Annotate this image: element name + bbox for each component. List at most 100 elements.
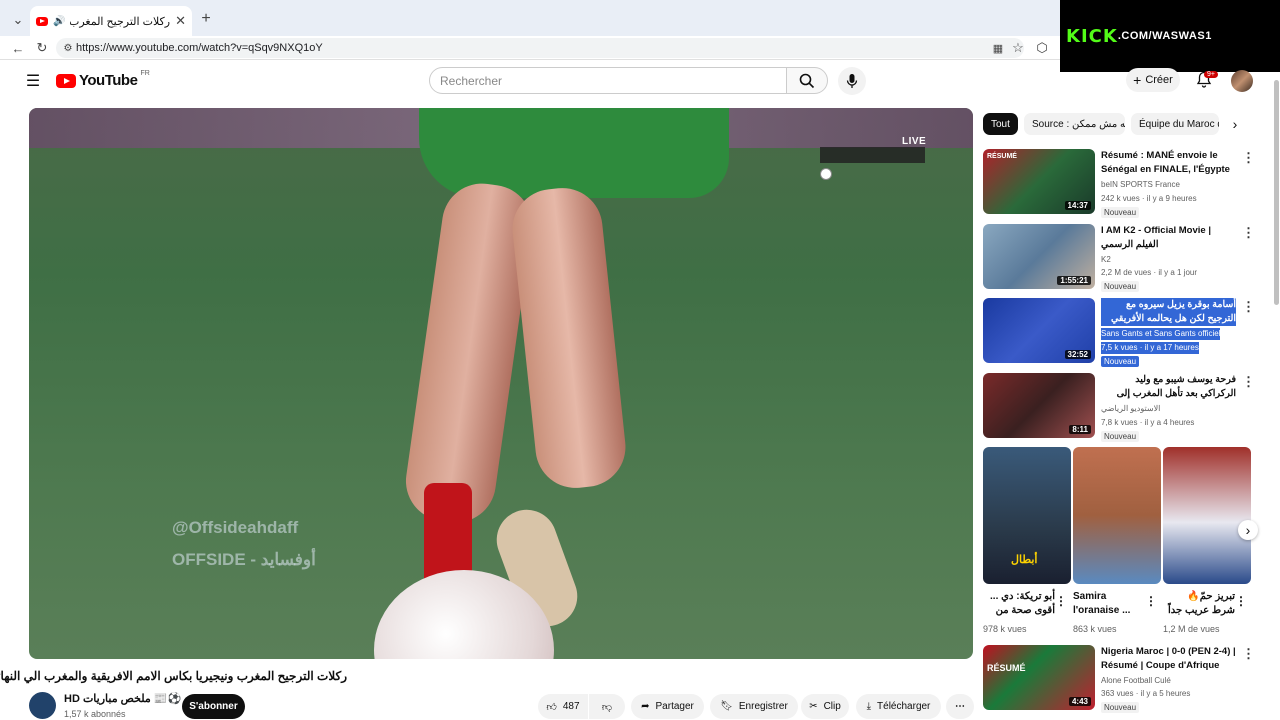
- download-button[interactable]: ⤓ Télécharger: [856, 694, 941, 719]
- more-vertical-icon[interactable]: ⋮: [1055, 594, 1067, 608]
- share-icon: ➦: [641, 701, 650, 712]
- rec-thumbnail[interactable]: RÉSUMÉ 4:43: [983, 645, 1095, 710]
- thumb-overlay-text: RÉSUMÉ: [987, 153, 1017, 160]
- more-vertical-icon[interactable]: ⋮: [1242, 225, 1255, 241]
- new-badge: Nouveau: [1101, 702, 1140, 713]
- scissors-icon: ✂: [809, 701, 818, 712]
- short-title[interactable]: أبو تريكة: دي ... أقوى صحة من: [983, 590, 1055, 618]
- youtube-favicon-icon: [36, 16, 48, 26]
- live-overlay-bar: [820, 147, 925, 163]
- short-thumbnail[interactable]: [1073, 447, 1161, 584]
- thumbnail-image: [1073, 447, 1161, 584]
- hamburger-menu-icon[interactable]: ☰: [24, 72, 42, 90]
- more-vertical-icon[interactable]: ⋮: [1242, 150, 1255, 166]
- share-button[interactable]: ➦ Partager: [631, 694, 704, 719]
- plus-icon: +: [1133, 72, 1142, 88]
- like-button[interactable]: 👍︎ 487: [538, 694, 588, 719]
- channel-name[interactable]: HD ملخص مباريات 📰⚽: [64, 692, 181, 705]
- short-views: 1,2 M de vues: [1163, 624, 1220, 634]
- more-vertical-icon[interactable]: ⋮: [1235, 594, 1247, 608]
- video-title: ركلات الترجيح المغرب ونيجيريا بكاس الامم…: [0, 669, 347, 683]
- cursor-icon: [820, 168, 832, 180]
- video-duration: 8:11: [1069, 425, 1091, 434]
- account-avatar[interactable]: [1231, 70, 1253, 92]
- youtube-logo[interactable]: YouTube FR: [56, 70, 150, 89]
- short-title[interactable]: Samira l'oranaise ...: [1073, 590, 1145, 618]
- rec-meta: 2,2 M de vues · il y a 1 jour: [1101, 268, 1198, 277]
- thumbs-down-icon: 👎︎: [601, 701, 613, 713]
- more-actions-button[interactable]: ⋯: [946, 694, 974, 719]
- rec-meta: 7,5 k vues · il y a 17 heures: [1101, 342, 1199, 354]
- create-button[interactable]: + Créer: [1126, 68, 1180, 92]
- rec-thumbnail[interactable]: 8:11: [983, 373, 1095, 438]
- new-badge: Nouveau: [1101, 431, 1140, 442]
- rec-channel[interactable]: beIN SPORTS France: [1101, 179, 1180, 191]
- chevron-right-icon[interactable]: ›: [1226, 115, 1244, 133]
- watermark-name: OFFSIDE - أوفسايد: [172, 550, 316, 569]
- new-badge: Nouveau: [1101, 281, 1140, 292]
- rec-channel[interactable]: الاستوديو الرياضي: [1101, 403, 1160, 415]
- chip-source[interactable]: Source : قصه مش ممكن !: [1024, 113, 1125, 135]
- rec-title[interactable]: فرحة يوسف شيبو مع وليد الركراكي بعد تأهل…: [1101, 373, 1236, 401]
- thumbs-up-icon: 👍︎: [546, 701, 557, 713]
- download-icon: ⤓: [866, 701, 872, 712]
- kick-suffix: .COM/WASWAS1: [1117, 30, 1212, 42]
- thumb-overlay-text: RÉSUMÉ: [987, 663, 1026, 673]
- short-thumbnail[interactable]: أبطال: [983, 447, 1071, 584]
- new-badge: Nouveau: [1101, 356, 1140, 367]
- rec-channel[interactable]: Sans Gants et Sans Gants officiel: [1101, 328, 1221, 340]
- extensions-icon[interactable]: ⬡: [1034, 40, 1050, 56]
- rec-thumbnail[interactable]: 32:52: [983, 298, 1095, 363]
- video-player[interactable]: @Offsideahdaff OFFSIDE - أوفسايد: [29, 108, 973, 659]
- shorts-next-arrow-icon[interactable]: ›: [1238, 520, 1258, 540]
- reload-icon[interactable]: ↻: [34, 40, 50, 56]
- more-vertical-icon[interactable]: ⋮: [1242, 374, 1255, 390]
- subscribe-button[interactable]: S'abonner: [182, 694, 245, 719]
- share-label: Partager: [655, 701, 694, 712]
- clip-label: Clip: [823, 701, 841, 712]
- video-duration: 14:37: [1064, 201, 1091, 210]
- channel-avatar[interactable]: [29, 692, 56, 719]
- more-vertical-icon[interactable]: ⋮: [1242, 299, 1255, 315]
- download-label: Télécharger: [877, 701, 931, 712]
- speaker-icon[interactable]: 🔊: [53, 16, 65, 27]
- rec-title[interactable]: Résumé : MANÉ envoie le Sénégal en FINAL…: [1101, 149, 1236, 177]
- short-thumbnail[interactable]: [1163, 447, 1251, 584]
- more-horizontal-icon: ⋯: [955, 701, 965, 712]
- chip-morocco-team[interactable]: Équipe du Maroc de football: [1131, 113, 1219, 135]
- rec-title[interactable]: أسامة بوقرة يزيل سيروه مع الترجيح لكن هل…: [1101, 298, 1236, 326]
- create-label: Créer: [1145, 74, 1173, 86]
- clip-button[interactable]: ✂ Clip: [801, 694, 849, 719]
- rec-channel[interactable]: Alone Football Culé: [1101, 675, 1171, 687]
- page-scrollbar[interactable]: [1274, 80, 1279, 305]
- save-button[interactable]: 🔖︎ Enregistrer: [710, 694, 798, 719]
- short-title[interactable]: تبريز حمّ🔥 شرط عريب جداً: [1163, 590, 1235, 618]
- video-duration: 32:52: [1064, 350, 1091, 359]
- url-field[interactable]: https://www.youtube.com/watch?v=qSqv9NXQ…: [56, 38, 1024, 58]
- rec-title[interactable]: Nigeria Maroc | 0-0 (PEN 2-4) | Résumé |…: [1101, 645, 1236, 673]
- rec-thumbnail[interactable]: 1:55:21: [983, 224, 1095, 289]
- site-info-icon[interactable]: ⚙: [62, 41, 74, 55]
- youtube-play-icon: [56, 73, 76, 88]
- search-input[interactable]: Rechercher: [429, 67, 787, 94]
- browser-tab[interactable]: 🔊 ركلات الترجيح المغرب ونيـ (623) ✕: [30, 6, 192, 36]
- rec-meta: 7,8 k vues · il y a 4 heures: [1101, 418, 1195, 427]
- dislike-button[interactable]: 👎︎: [589, 694, 625, 719]
- voice-search-button[interactable]: [838, 67, 866, 95]
- short-views: 863 k vues: [1073, 624, 1117, 634]
- rec-thumbnail[interactable]: RÉSUMÉ 14:37: [983, 149, 1095, 214]
- search-placeholder: Rechercher: [440, 73, 503, 88]
- tab-list-icon[interactable]: ⌄: [10, 12, 26, 28]
- back-icon[interactable]: ←: [10, 40, 26, 56]
- chip-all[interactable]: Tout: [983, 113, 1018, 135]
- live-label: LIVE: [902, 136, 927, 147]
- more-vertical-icon[interactable]: ⋮: [1242, 646, 1255, 662]
- rec-title[interactable]: I AM K2 - Official Movie | الفيلم الرسمي: [1101, 224, 1236, 252]
- grid-icon[interactable]: ▦: [990, 40, 1006, 56]
- close-tab-icon[interactable]: ✕: [175, 13, 186, 29]
- more-vertical-icon[interactable]: ⋮: [1145, 594, 1157, 608]
- new-tab-icon[interactable]: +: [198, 10, 214, 28]
- bookmark-star-icon[interactable]: ☆: [1010, 40, 1026, 56]
- rec-channel[interactable]: K2: [1101, 254, 1111, 266]
- search-button[interactable]: [786, 67, 828, 94]
